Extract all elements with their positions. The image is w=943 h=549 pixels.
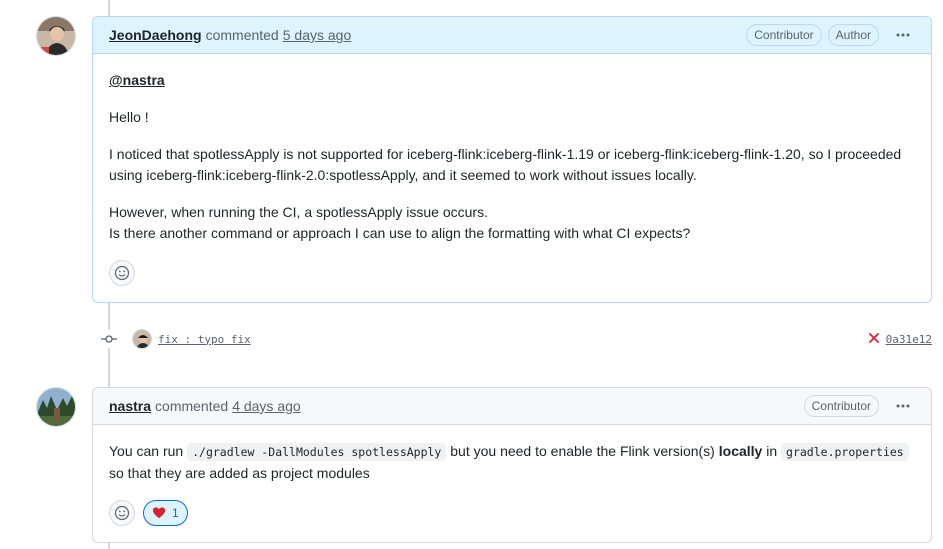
avatar-jeondaehong[interactable]: [36, 16, 76, 56]
heart-reaction-button[interactable]: 1: [143, 500, 188, 526]
author-link[interactable]: JeonDaehong: [109, 27, 202, 43]
author-badge: Author: [827, 24, 879, 46]
comment-action: commented: [155, 398, 229, 414]
greeting-text: Hello !: [109, 109, 149, 125]
commit-message-link[interactable]: fix : typo fix: [158, 333, 251, 346]
heart-icon: [152, 507, 166, 519]
inline-code-file: gradle.properties: [781, 443, 909, 461]
git-commit-icon: [100, 330, 118, 348]
paragraph-2-line-1: However, when running the CI, a spotless…: [109, 204, 488, 220]
comment-header: JeonDaehong commented 5 days ago Contrib…: [93, 17, 931, 54]
timestamp-link[interactable]: 4 days ago: [232, 398, 301, 414]
contributor-badge: Contributor: [746, 24, 822, 46]
avatar-nastra[interactable]: [36, 387, 76, 427]
comment-2: nastra commented 4 days ago Contributor …: [92, 387, 932, 543]
timestamp-link[interactable]: 5 days ago: [283, 27, 352, 43]
reply-text-3: in: [766, 443, 778, 459]
commit-event: fix : typo fix 0a31e12: [100, 326, 932, 352]
smiley-icon: [114, 265, 130, 281]
add-reaction-button[interactable]: [109, 500, 135, 526]
author-link[interactable]: nastra: [109, 398, 151, 414]
paragraph-2: However, when running the CI, a spotless…: [109, 202, 915, 244]
commit-sha-link[interactable]: 0a31e12: [886, 333, 932, 346]
paragraph-2-line-2: Is there another command or approach I c…: [109, 225, 691, 241]
comment-1: JeonDaehong commented 5 days ago Contrib…: [92, 16, 932, 303]
smiley-icon: [114, 505, 130, 521]
x-icon[interactable]: [868, 331, 880, 348]
reply-text-2: but you need to enable the Flink version…: [450, 443, 715, 459]
user-mention[interactable]: @nastra: [109, 72, 165, 88]
comment-header: nastra commented 4 days ago Contributor: [93, 388, 931, 425]
reply-text-1: You can run: [109, 443, 184, 459]
kebab-horizontal-icon[interactable]: [891, 396, 915, 416]
kebab-horizontal-icon[interactable]: [891, 25, 915, 45]
bold-locally: locally: [718, 443, 763, 459]
contributor-badge: Contributor: [803, 395, 879, 417]
paragraph-1: I noticed that spotlessApply is not supp…: [109, 146, 902, 183]
reaction-count: 1: [172, 505, 179, 520]
comment-body: You can run ./gradlew -DallModules spotl…: [93, 425, 931, 542]
reply-text-4: so that they are added as project module…: [109, 465, 370, 481]
inline-code-command: ./gradlew -DallModules spotlessApply: [187, 443, 447, 461]
commit-author-avatar[interactable]: [132, 329, 152, 349]
comment-body: @nastra Hello ! I noticed that spotlessA…: [93, 54, 931, 302]
reply-paragraph: You can run ./gradlew -DallModules spotl…: [109, 441, 915, 484]
add-reaction-button[interactable]: [109, 260, 135, 286]
comment-action: commented: [205, 27, 279, 43]
